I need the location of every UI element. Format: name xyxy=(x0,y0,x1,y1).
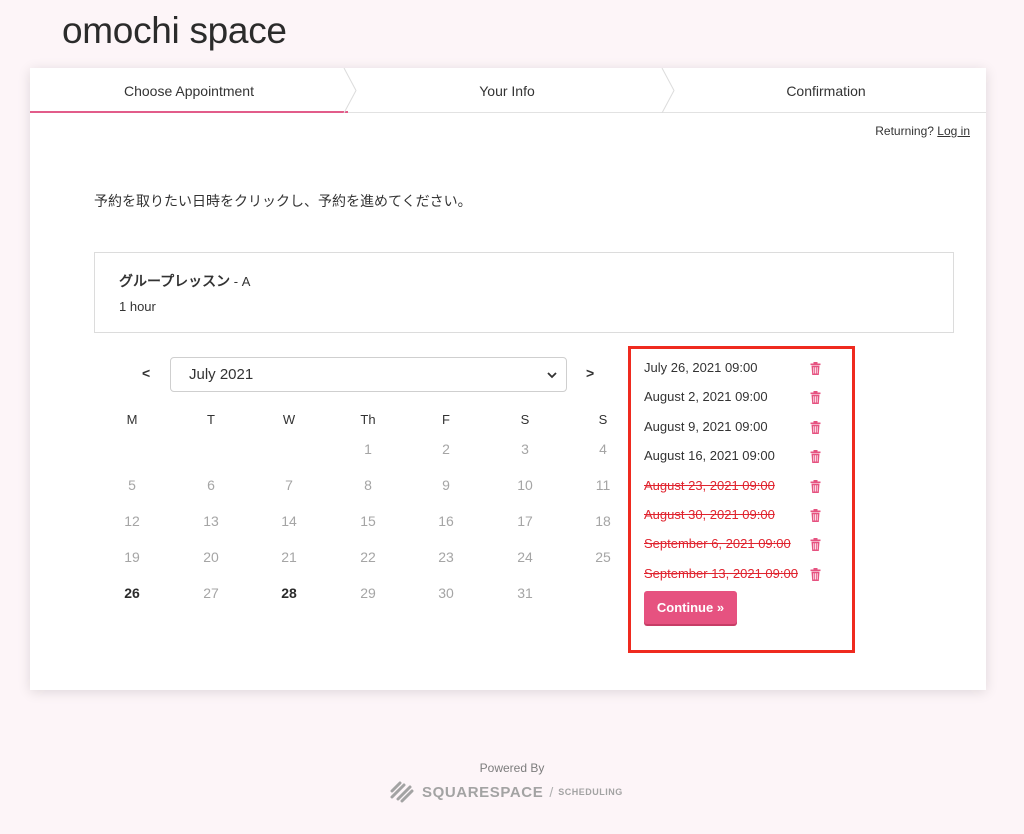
next-month-button[interactable]: > xyxy=(586,365,594,381)
calendar-day: 23 xyxy=(438,549,454,565)
calendar-day: 18 xyxy=(595,513,611,529)
calendar-day: 29 xyxy=(360,585,376,601)
calendar-day: 1 xyxy=(364,441,372,457)
weekday-header: T xyxy=(207,412,215,427)
progress-steps: Choose Appointment Your Info Confirmatio… xyxy=(30,68,986,113)
calendar-day: 21 xyxy=(281,549,297,565)
calendar-day: 10 xyxy=(517,477,533,493)
powered-by-label: Powered By xyxy=(479,761,545,775)
trash-icon[interactable] xyxy=(810,391,821,405)
appointment-duration: 1 hour xyxy=(119,299,156,314)
prev-month-button[interactable]: < xyxy=(142,365,150,381)
appointment-name-suffix: - A xyxy=(230,274,251,289)
calendar-day: 4 xyxy=(599,441,607,457)
calendar-day: 13 xyxy=(203,513,219,529)
returning-client: Returning? Log in xyxy=(875,124,970,138)
step-separator-icon xyxy=(343,68,357,113)
calendar-day: 14 xyxy=(281,513,297,529)
selected-times-panel: Continue » July 26, 2021 09:00 August 2, … xyxy=(628,346,855,653)
calendar-day: 11 xyxy=(595,477,611,493)
calendar-day: 27 xyxy=(203,585,219,601)
selected-time-item: July 26, 2021 09:00 xyxy=(644,360,758,375)
trash-icon[interactable] xyxy=(810,362,821,375)
appointment-type-box: グループレッスン - A 1 hour xyxy=(94,252,954,333)
appointment-name: グループレッスン - A xyxy=(119,271,250,291)
calendar-day: 16 xyxy=(438,513,454,529)
trash-icon[interactable] xyxy=(810,538,821,552)
step-confirmation: Confirmation xyxy=(786,82,866,99)
returning-label: Returning? xyxy=(875,124,934,138)
step-separator-icon xyxy=(661,68,675,113)
calendar-day: 30 xyxy=(438,585,454,601)
chevron-down-icon xyxy=(547,372,557,379)
trash-icon[interactable] xyxy=(810,479,821,493)
calendar-day: 8 xyxy=(364,477,372,493)
weekday-header: W xyxy=(282,412,296,427)
calendar-day: 9 xyxy=(442,477,450,493)
calendar-day: 5 xyxy=(128,477,136,493)
weekday-header: S xyxy=(520,412,530,427)
selected-time-item: August 9, 2021 09:00 xyxy=(644,418,768,434)
active-step-indicator xyxy=(30,111,348,113)
selected-time-item: August 30, 2021 09:00 xyxy=(644,507,775,522)
calendar-day: 22 xyxy=(360,549,376,565)
scheduling-wordmark: SCHEDULING xyxy=(558,787,623,797)
step-your-info: Your Info xyxy=(479,82,535,99)
selected-time-item: August 2, 2021 09:00 xyxy=(644,389,768,405)
trash-icon[interactable] xyxy=(810,450,821,464)
squarespace-wordmark: SQUARESPACE xyxy=(422,783,544,801)
trash-icon[interactable] xyxy=(810,420,821,434)
calendar-day: 25 xyxy=(595,549,611,565)
calendar-day: 19 xyxy=(124,549,140,565)
scheduler-card: Choose Appointment Your Info Confirmatio… xyxy=(30,68,986,690)
calendar-day: 15 xyxy=(360,513,376,529)
trash-icon[interactable] xyxy=(810,567,821,581)
calendar-day: 24 xyxy=(517,549,533,565)
month-select-value: July 2021 xyxy=(189,366,254,383)
selected-time-item: August 16, 2021 09:00 xyxy=(644,448,775,464)
weekday-header: F xyxy=(442,412,450,427)
trash-icon[interactable] xyxy=(810,509,821,522)
calendar-day: 2 xyxy=(442,441,450,457)
calendar-day: 17 xyxy=(517,513,533,529)
calendar-day: 20 xyxy=(203,549,219,565)
selected-time-item: August 23, 2021 09:00 xyxy=(644,477,775,493)
instruction-text: 予約を取りたい日時をクリックし、予約を進めてください。 xyxy=(94,193,472,209)
continue-button[interactable]: Continue » xyxy=(644,591,737,624)
calendar-day: 12 xyxy=(124,513,140,529)
calendar-day-available[interactable]: 26 xyxy=(112,585,152,601)
weekday-header: Th xyxy=(360,412,376,427)
calendar-day-available[interactable]: 28 xyxy=(269,585,309,601)
weekday-header: M xyxy=(126,412,138,427)
step-choose-appointment[interactable]: Choose Appointment xyxy=(30,68,348,113)
squarespace-logo-icon xyxy=(390,781,414,803)
selected-time-item: September 13, 2021 09:00 xyxy=(644,565,798,581)
squarespace-scheduling-logo[interactable]: SQUARESPACE / SCHEDULING xyxy=(388,781,623,803)
calendar-day: 7 xyxy=(285,477,293,493)
logo-divider: / xyxy=(549,784,554,800)
month-select[interactable]: July 2021 xyxy=(170,357,567,392)
calendar-day: 6 xyxy=(207,477,215,493)
appointment-name-label: グループレッスン xyxy=(119,273,231,289)
calendar-day: 3 xyxy=(521,441,529,457)
selected-time-item: September 6, 2021 09:00 xyxy=(644,536,791,552)
login-link[interactable]: Log in xyxy=(937,124,970,138)
site-title: omochi space xyxy=(62,10,287,51)
weekday-header: S xyxy=(598,412,608,427)
calendar-day: 31 xyxy=(517,585,533,601)
